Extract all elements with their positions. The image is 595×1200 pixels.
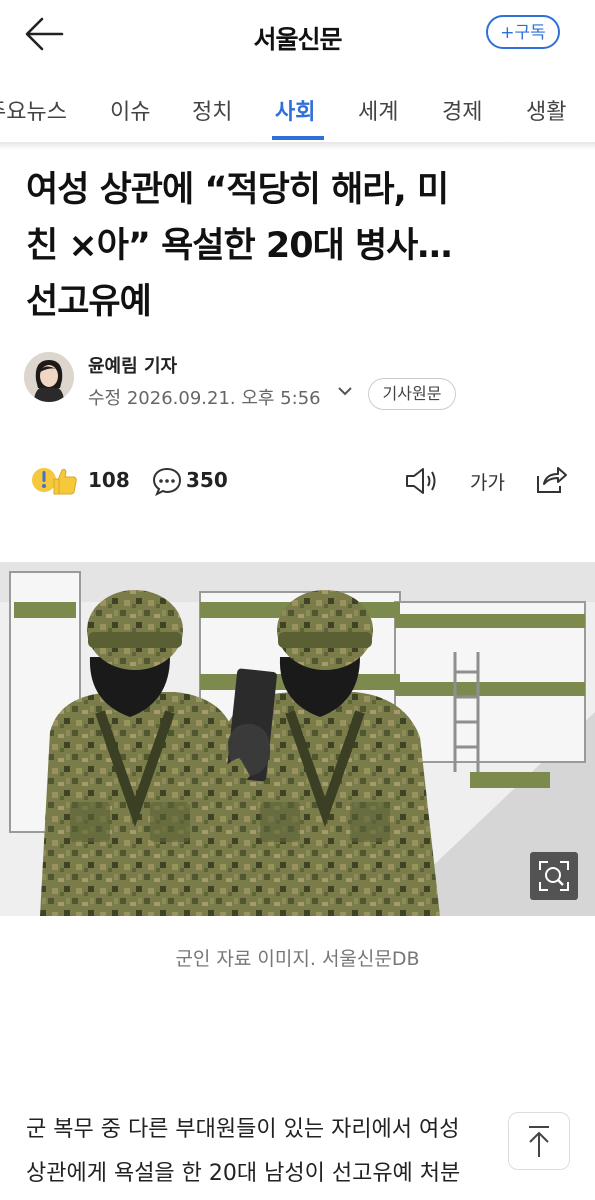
subscribe-button[interactable]: +구독: [486, 15, 560, 49]
comment-count[interactable]: 350: [186, 468, 228, 492]
comment-bubble-icon[interactable]: [152, 466, 182, 500]
category-tabs: 주요뉴스 이슈 정치 사회 세계 경제 생활: [0, 78, 595, 142]
tab-society[interactable]: 사회: [275, 94, 315, 126]
article-image[interactable]: [0, 562, 595, 916]
speaker-icon[interactable]: [404, 466, 440, 500]
zoom-search-icon[interactable]: [530, 852, 578, 900]
reaction-emoji-icon[interactable]: [30, 460, 82, 504]
tab-issue[interactable]: 이슈: [110, 94, 150, 126]
reaction-bar: 108 350 가가: [0, 458, 595, 502]
article-dateline: 수정 2026.09.21. 오후 5:56: [88, 388, 321, 409]
scroll-top-icon[interactable]: [508, 1112, 570, 1170]
original-article-button[interactable]: 기사원문: [368, 378, 456, 410]
article-headline: 여성 상관에 “적당히 해라, 미 친 ×아” 욕설한 20대 병사… 선고유예: [26, 162, 571, 330]
body-line: 상관에게 욕설을 한 20대 남성이 선고유예 처분: [26, 1161, 461, 1186]
headline-line: 선고유예: [26, 282, 152, 322]
headline-line: 친 ×아” 욕설한 20대 병사…: [26, 226, 452, 266]
font-size-icon[interactable]: 가가: [470, 468, 505, 495]
image-caption: 군인 자료 이미지. 서울신문DB: [175, 948, 420, 970]
share-icon[interactable]: [534, 464, 568, 500]
headline-line: 여성 상관에 “적당히 해라, 미: [26, 170, 449, 210]
reporter-name[interactable]: 윤예림 기자: [88, 352, 177, 378]
tabs-divider: [0, 142, 595, 150]
article-body: 군 복무 중 다른 부대원들이 있는 자리에서 여성 상관에게 욕설을 한 20…: [26, 1108, 571, 1196]
chevron-down-icon[interactable]: [336, 382, 354, 400]
tab-major-news[interactable]: 주요뉴스: [0, 94, 67, 126]
font-size-label: 가가: [470, 472, 505, 494]
active-tab-indicator: [272, 136, 324, 140]
tab-world[interactable]: 세계: [358, 94, 398, 126]
tab-life[interactable]: 생활: [526, 94, 566, 126]
body-line: 군 복무 중 다른 부대원들이 있는 자리에서 여성: [26, 1117, 460, 1142]
tab-economy[interactable]: 경제: [442, 94, 482, 126]
tab-politics[interactable]: 정치: [192, 94, 232, 126]
reaction-count: 108: [88, 468, 130, 492]
reporter-avatar[interactable]: [24, 352, 74, 402]
app-header: 서울신문 +구독: [0, 0, 595, 70]
